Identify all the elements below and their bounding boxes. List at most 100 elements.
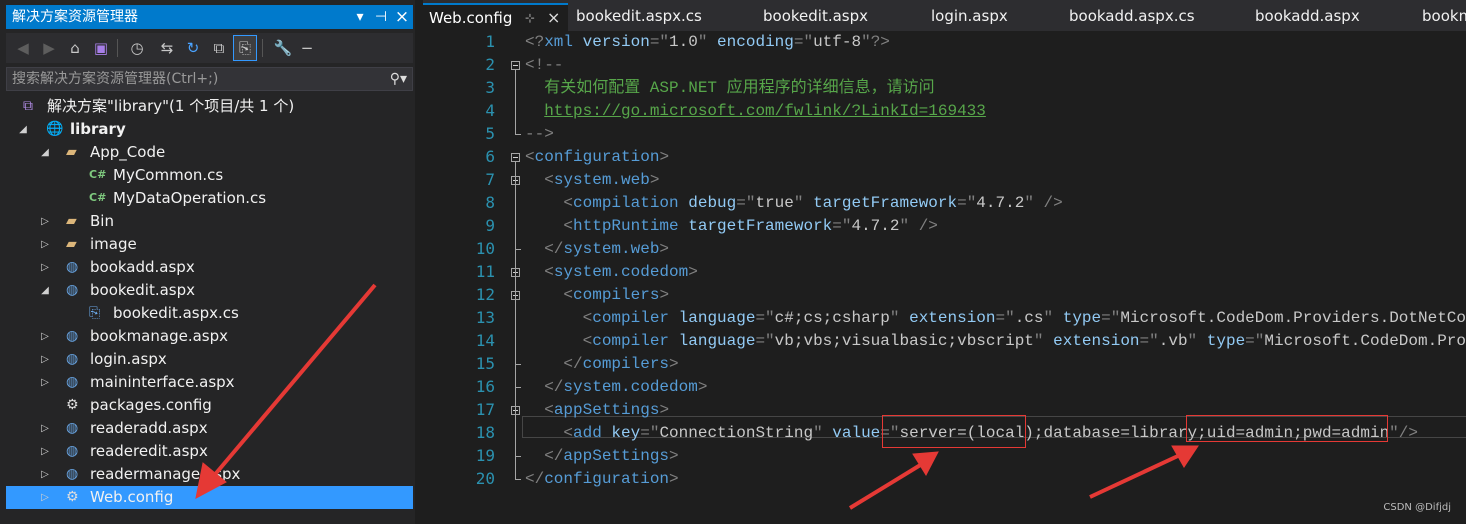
tree-item[interactable]: ⎘ bookedit.aspx.cs bbox=[6, 302, 413, 325]
tree-item[interactable]: ▷ ◍ readeredit.aspx bbox=[6, 440, 413, 463]
show-all-files-icon[interactable]: ⎘ bbox=[233, 35, 257, 61]
tree-item[interactable]: ⧉ 解决方案"library"(1 个项目/共 1 个) bbox=[6, 95, 413, 118]
tree-item-label: App_Code bbox=[90, 143, 166, 161]
tree-item[interactable]: ◢ ▰ App_Code bbox=[6, 141, 413, 164]
code-line[interactable]: </configuration> bbox=[525, 468, 679, 491]
close-icon[interactable]: × bbox=[391, 5, 413, 29]
code-token[interactable]: https://go.microsoft.com/fwlink/?LinkId=… bbox=[544, 102, 986, 120]
tree-item[interactable]: ▷ ⚙ Web.config bbox=[6, 486, 413, 509]
code-editor[interactable]: 1 2 3 4 5 6 7 8 9 10 11 12 13 14 15 16 17 18 19 20 <?xml ve… bbox=[423, 31, 1466, 524]
vs-switch-views-icon[interactable]: ▣ bbox=[90, 36, 112, 60]
code-line[interactable]: <compiler language="vb;vbs;visualbasic;v… bbox=[525, 330, 1466, 353]
tree-item-label: image bbox=[90, 235, 137, 253]
tree-item[interactable]: ▷ ▰ Bin bbox=[6, 210, 413, 233]
collapsed-arrow-icon[interactable]: ▷ bbox=[38, 210, 52, 233]
collapsed-arrow-icon[interactable]: ▷ bbox=[38, 417, 52, 440]
tree-item-label: MyCommon.cs bbox=[113, 166, 224, 184]
tree-item[interactable]: ◢ ◍ bookedit.aspx bbox=[6, 279, 413, 302]
code-line[interactable]: --> bbox=[525, 123, 554, 146]
collapsed-arrow-icon[interactable]: ▷ bbox=[38, 325, 52, 348]
tab-pin-icon[interactable]: ⊹ bbox=[525, 5, 535, 31]
search-icon[interactable]: ⚲▾ bbox=[390, 68, 407, 90]
code-line[interactable]: 有关如何配置 ASP.NET 应用程序的详细信息，请访问 bbox=[525, 77, 934, 100]
aspx-file-icon: ◍ bbox=[66, 420, 79, 436]
fold-guide-line bbox=[515, 70, 516, 134]
code-token: "?> bbox=[861, 33, 890, 51]
refresh-icon[interactable]: ↻ bbox=[182, 36, 204, 60]
tab-login-aspx[interactable]: login.aspx bbox=[931, 3, 1008, 31]
code-line[interactable]: <!-- bbox=[525, 54, 563, 77]
collapsed-arrow-icon[interactable]: ▷ bbox=[38, 440, 52, 463]
line-number: 17 bbox=[475, 400, 495, 419]
tree-item[interactable]: ⚙ packages.config bbox=[6, 394, 413, 417]
code-line[interactable]: <configuration> bbox=[525, 146, 669, 169]
tree-item[interactable]: ▷ ◍ readermanage.aspx bbox=[6, 463, 413, 486]
code-line[interactable]: <compiler language="c#;cs;csharp" extens… bbox=[525, 307, 1466, 330]
solution-icon: ⧉ bbox=[23, 98, 33, 114]
code-line[interactable]: </system.codedom> bbox=[525, 376, 707, 399]
solution-explorer-toolbar: ◀ ▶ ⌂ ▣ ◷ ⇆ ↻ ⧉ ⎘ 🔧 − bbox=[6, 33, 413, 63]
code-line[interactable]: </compilers> bbox=[525, 353, 678, 376]
code-line[interactable]: <?xml version="1.0" encoding="utf-8"?> bbox=[525, 31, 890, 54]
expanded-arrow-icon[interactable]: ◢ bbox=[38, 279, 52, 302]
code-token: =" bbox=[832, 217, 852, 235]
back-icon[interactable]: ◀ bbox=[12, 36, 34, 60]
tree-item[interactable]: ▷ ◍ readeradd.aspx bbox=[6, 417, 413, 440]
pin-icon[interactable]: ⊣ bbox=[370, 5, 392, 29]
code-line[interactable]: <system.web> bbox=[525, 169, 659, 192]
collapsed-arrow-icon[interactable]: ▷ bbox=[38, 256, 52, 279]
properties-wrench-icon[interactable]: 🔧 bbox=[272, 36, 294, 60]
tree-item[interactable]: ▷ ◍ bookadd.aspx bbox=[6, 256, 413, 279]
document-tab-strip: Web.config ⊹ × bookedit.aspx.cs bookedit… bbox=[423, 0, 1466, 31]
code-line[interactable]: https://go.microsoft.com/fwlink/?LinkId=… bbox=[525, 100, 986, 123]
fold-toggle-icon[interactable] bbox=[511, 153, 520, 162]
tab-bookadd-aspx-cs[interactable]: bookadd.aspx.cs bbox=[1069, 3, 1195, 31]
tab-bookedit-aspx-cs[interactable]: bookedit.aspx.cs bbox=[576, 3, 702, 31]
dropdown-arrow-icon[interactable]: ▾ bbox=[349, 5, 371, 29]
code-token: system.codedom bbox=[553, 263, 689, 281]
code-token: < bbox=[525, 424, 574, 442]
tab-bookmanage-aspx[interactable]: bookm bbox=[1422, 3, 1466, 31]
tab-web-config[interactable]: Web.config ⊹ × bbox=[423, 3, 568, 31]
tree-item[interactable]: ▷ ▰ image bbox=[6, 233, 413, 256]
collapse-all-icon[interactable]: ⧉ bbox=[208, 36, 230, 60]
forward-icon[interactable]: ▶ bbox=[38, 36, 60, 60]
code-line[interactable]: <httpRuntime targetFramework="4.7.2" /> bbox=[525, 215, 937, 238]
tab-bookedit-aspx[interactable]: bookedit.aspx bbox=[763, 3, 868, 31]
code-token: > bbox=[649, 171, 660, 189]
solution-explorer-title: 解决方案资源管理器 bbox=[12, 9, 138, 25]
tree-item[interactable]: ◢ 🌐 library bbox=[6, 118, 413, 141]
tree-item[interactable]: ▷ ◍ login.aspx bbox=[6, 348, 413, 371]
tree-item[interactable]: ▷ ◍ maininterface.aspx bbox=[6, 371, 413, 394]
collapsed-arrow-icon[interactable]: ▷ bbox=[38, 463, 52, 486]
code-line[interactable]: <appSettings> bbox=[525, 399, 669, 422]
collapsed-arrow-icon[interactable]: ▷ bbox=[38, 371, 52, 394]
home-icon[interactable]: ⌂ bbox=[64, 36, 86, 60]
expanded-arrow-icon[interactable]: ◢ bbox=[16, 118, 30, 141]
tree-item[interactable]: C# MyDataOperation.cs bbox=[6, 187, 413, 210]
tree-item[interactable]: ▷ ◍ bookmanage.aspx bbox=[6, 325, 413, 348]
code-line[interactable]: </system.web> bbox=[525, 238, 669, 261]
code-token: </ bbox=[525, 355, 583, 373]
line-number: 8 bbox=[485, 193, 495, 212]
code-line[interactable]: <compilers> bbox=[525, 284, 669, 307]
solution-explorer-search-input[interactable] bbox=[12, 68, 372, 90]
expanded-arrow-icon[interactable]: ◢ bbox=[38, 141, 52, 164]
code-token: 4.7.2 bbox=[851, 217, 900, 235]
collapsed-arrow-icon[interactable]: ▷ bbox=[38, 233, 52, 256]
collapsed-arrow-icon[interactable]: ▷ bbox=[38, 348, 52, 371]
tab-close-icon[interactable]: × bbox=[547, 5, 560, 31]
collapsed-arrow-icon[interactable]: ▷ bbox=[38, 486, 52, 509]
pending-changes-filter-icon[interactable]: ◷ bbox=[126, 36, 148, 60]
tab-bookadd-aspx[interactable]: bookadd.aspx bbox=[1255, 3, 1360, 31]
solution-explorer-search-box[interactable]: ⚲▾ bbox=[6, 67, 413, 91]
sync-with-active-document-icon[interactable]: ⇆ bbox=[156, 36, 178, 60]
code-line[interactable]: </appSettings> bbox=[525, 445, 678, 468]
code-line[interactable]: <system.codedom> bbox=[525, 261, 698, 284]
tree-item[interactable]: C# MyCommon.cs bbox=[6, 164, 413, 187]
preview-selected-items-icon[interactable]: − bbox=[296, 36, 318, 60]
fold-toggle-icon[interactable] bbox=[511, 61, 520, 70]
code-line[interactable]: <compilation debug="true" targetFramewor… bbox=[525, 192, 1062, 215]
line-number: 19 bbox=[475, 446, 495, 465]
